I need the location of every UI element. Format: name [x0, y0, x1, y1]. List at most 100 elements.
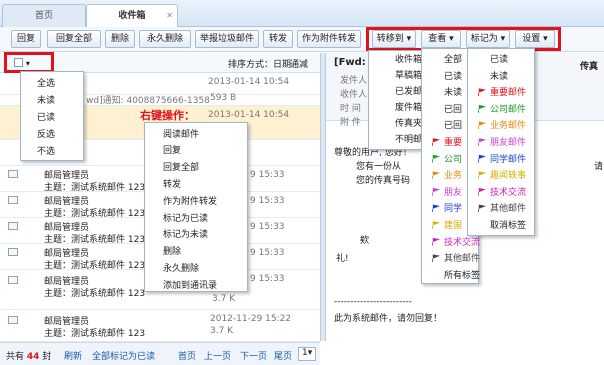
view-menu-item[interactable]: 重要 — [432, 135, 462, 148]
view-menu-label: 公司 — [444, 154, 463, 165]
mark-as-menu-item[interactable]: 已读 — [478, 52, 508, 65]
mark-as-menu-item[interactable]: 其他邮件 — [478, 201, 526, 214]
move-trash-item[interactable]: 废件箱 — [395, 100, 422, 113]
flag-icon — [478, 171, 486, 180]
select-none-item[interactable]: 不选 — [37, 144, 55, 157]
view-menu-item[interactable]: 朋友 — [432, 185, 462, 198]
envelope-icon — [8, 170, 18, 178]
view-menu-item[interactable]: 建国 — [432, 218, 462, 231]
envelope-icon — [8, 196, 18, 204]
move-inbox-item[interactable]: 收件箱 — [395, 52, 422, 65]
view-menu-item[interactable]: 已读 — [432, 69, 462, 82]
refresh-link[interactable]: 刷新 — [64, 349, 82, 362]
mark-as-menu-item[interactable]: 业务邮件 — [478, 118, 526, 131]
page-select[interactable]: 1▾ — [298, 347, 316, 361]
move-drafts-item[interactable]: 草稿箱 — [395, 68, 422, 81]
table-row[interactable]: 邮局管理员 主题：测试系统邮件 123 2012-11-29 15:22 3.7… — [0, 310, 320, 342]
first-page-link[interactable]: 首页 — [178, 349, 196, 362]
total-post: 封 — [42, 352, 52, 362]
chevron-down-icon: ▾ — [25, 59, 30, 68]
mark-all-read-link[interactable]: 全部标记为已读 — [92, 349, 155, 362]
context-mark-read-item[interactable]: 标记为已读 — [163, 211, 208, 224]
forward-as-attachment-button[interactable]: 作为附件转发 — [297, 30, 361, 48]
view-menu-item[interactable]: 全部 — [432, 52, 462, 65]
mark-as-menu-item[interactable]: 公司邮件 — [478, 102, 526, 115]
report-spam-button[interactable]: 举报垃圾邮件 — [195, 30, 259, 48]
context-reply-all-item[interactable]: 回复全部 — [163, 160, 199, 173]
view-menu-item[interactable]: 已回 — [432, 102, 462, 115]
view-menu-label: 已读 — [444, 71, 463, 82]
last-page-link[interactable]: 尾页 — [274, 349, 292, 362]
context-read-item[interactable]: 阅读邮件 — [163, 127, 199, 140]
context-perm-delete-item[interactable]: 永久删除 — [163, 261, 199, 274]
flag-icon — [478, 121, 486, 130]
mark-as-menu-item[interactable]: 趣闻轶事 — [478, 168, 526, 181]
move-fax-item[interactable]: 传真夹 — [395, 116, 422, 129]
mark-as-menu-label: 朋友邮件 — [490, 138, 527, 148]
mark-as-menu-label: 未读 — [490, 71, 509, 82]
mark-as-menu-item[interactable]: 取消标签 — [478, 218, 526, 231]
view-menu-item[interactable]: 已回 — [432, 118, 462, 131]
context-mark-unread-item[interactable]: 标记为未读 — [163, 227, 208, 240]
context-add-contact-item[interactable]: 添加到通讯录 — [163, 278, 217, 291]
view-menu-label: 已回 — [444, 121, 463, 132]
select-all-item[interactable]: 全选 — [37, 76, 55, 89]
view-menu-item[interactable]: 所有标签 — [432, 268, 480, 281]
context-forward-attach-item[interactable]: 作为附件转发 — [163, 194, 217, 207]
close-icon[interactable]: ✕ — [166, 5, 173, 27]
context-reply-item[interactable]: 回复 — [163, 143, 181, 156]
select-checkbox[interactable]: ▾ — [14, 58, 30, 69]
move-to-menu: 收件箱 草稿箱 已发邮件 废件箱 传真夹 不明邮件 — [368, 50, 431, 150]
reply-button[interactable]: 回复 — [11, 30, 41, 48]
forward-button[interactable]: 转发 — [263, 30, 293, 48]
mark-as-menu-label: 业务邮件 — [490, 121, 527, 132]
flag-icon — [432, 171, 440, 180]
view-menu-item[interactable]: 技术交流 — [432, 235, 480, 248]
preview-divider: ------------------------ — [334, 297, 412, 307]
permanent-delete-button[interactable]: 永久删除 — [139, 30, 191, 48]
flag-icon — [478, 204, 486, 213]
tab-inbox[interactable]: 收件箱 ✕ — [86, 4, 178, 28]
sort-label[interactable]: 排序方式：日期 — [228, 57, 291, 70]
envelope-icon — [8, 316, 18, 324]
select-dropdown-menu: 全选 未读 已读 反选 不选 — [20, 71, 84, 161]
tab-inbox-label: 收件箱 — [118, 11, 146, 21]
filter-label[interactable]: 通减 — [290, 57, 308, 70]
mail-count: 44 — [26, 352, 40, 362]
prev-page-link[interactable]: 上一页 — [204, 349, 231, 362]
view-menu-item[interactable]: 其他邮件 — [432, 251, 480, 264]
context-delete-item[interactable]: 删除 — [163, 244, 181, 257]
context-forward-item[interactable]: 转发 — [163, 177, 181, 190]
flag-icon — [432, 187, 440, 196]
flag-icon — [478, 138, 486, 146]
row-date: 9 15:33 — [250, 196, 285, 206]
flag-icon — [478, 72, 486, 80]
flag-icon — [432, 154, 440, 163]
view-menu-label: 已回 — [444, 104, 463, 115]
view-menu-item[interactable]: 公司 — [432, 152, 462, 165]
mark-as-menu-label: 同学邮件 — [490, 154, 527, 165]
view-menu-item[interactable]: 同学 — [432, 201, 462, 214]
mark-as-menu-item[interactable]: 朋友邮件 — [478, 135, 526, 148]
select-unread-item[interactable]: 未读 — [37, 93, 55, 106]
flag-icon — [432, 88, 440, 96]
flag-icon — [432, 254, 440, 263]
mark-as-menu-item[interactable]: 重要邮件 — [478, 85, 526, 98]
select-invert-item[interactable]: 反选 — [37, 127, 55, 140]
attachment-label: 附 件 — [340, 118, 361, 128]
mark-as-menu-item[interactable]: 技术交流 — [478, 185, 526, 198]
reply-all-button[interactable]: 回复全部 — [47, 30, 101, 48]
view-menu-label: 业务 — [444, 171, 463, 182]
select-read-item[interactable]: 已读 — [37, 110, 55, 123]
tab-home[interactable]: 首页 — [2, 4, 86, 28]
flag-icon — [432, 55, 440, 63]
delete-button[interactable]: 删除 — [105, 30, 135, 48]
view-menu-item[interactable]: 未读 — [432, 85, 462, 98]
row-date: 2013-01-14 10:54 — [208, 110, 290, 120]
view-menu-item[interactable]: 业务 — [432, 168, 462, 181]
row-size: 3.7 K — [210, 326, 234, 336]
mark-as-menu-item[interactable]: 未读 — [478, 69, 508, 82]
mark-as-menu-item[interactable]: 同学邮件 — [478, 152, 526, 165]
next-page-link[interactable]: 下一页 — [240, 349, 267, 362]
total-pre: 共有 — [6, 352, 25, 362]
